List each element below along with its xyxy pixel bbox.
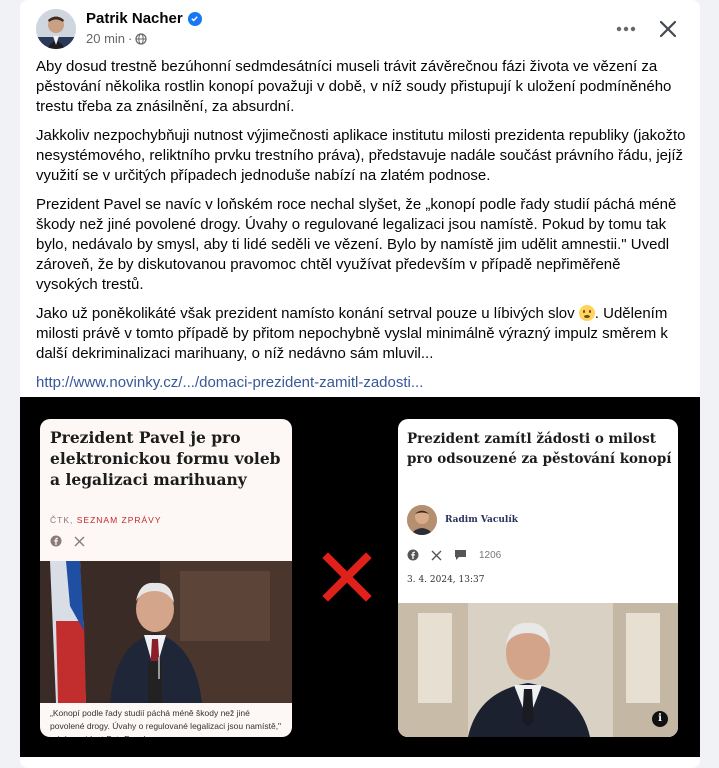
- x-twitter-icon: [74, 536, 85, 546]
- paragraph-4-part-1: Jako už poněkolikáté však prezident namí…: [36, 305, 579, 322]
- article-card-left: Prezident Pavel je pro elektronickou for…: [40, 419, 292, 737]
- verified-badge-icon: [187, 11, 202, 26]
- post-card: Patrik Nacher 20 min · Aby dosud trestně…: [20, 0, 700, 768]
- left-source-outlet: SEZNAM ZPRÁVY: [76, 515, 162, 525]
- post-time[interactable]: 20 min: [86, 31, 125, 46]
- post-paragraph-4: Jako už poněkolikáté však prezident namí…: [36, 304, 686, 364]
- president-portrait-photo: i: [398, 603, 678, 737]
- post-image[interactable]: Prezident Pavel je pro elektronickou for…: [20, 397, 700, 757]
- journalist-avatar: [407, 505, 437, 535]
- post-paragraph-3: Prezident Pavel se navíc v loňském roce …: [36, 196, 677, 293]
- globe-icon: [135, 32, 147, 45]
- red-cross-icon: [322, 552, 372, 602]
- left-share-icons: [50, 535, 85, 547]
- info-icon[interactable]: i: [652, 711, 668, 727]
- left-article-caption: „Konopí podle řady studií páchá méně ško…: [50, 708, 282, 737]
- right-article-author: Radim Vaculík: [407, 505, 518, 535]
- more-options-icon[interactable]: [612, 15, 640, 43]
- facebook-icon: [407, 549, 419, 561]
- right-article-title: Prezident zamítl žádosti o milost pro od…: [407, 431, 672, 467]
- x-twitter-icon: [431, 550, 442, 560]
- article-card-right: Prezident zamítl žádosti o milost pro od…: [398, 419, 678, 737]
- post-text: Aby dosud trestně bezúhonní sedmdesátníc…: [36, 57, 686, 402]
- post-meta: 20 min ·: [86, 31, 147, 46]
- close-icon[interactable]: [652, 13, 684, 45]
- comment-count: 1206: [479, 549, 502, 561]
- post-header: Patrik Nacher 20 min ·: [36, 9, 684, 51]
- comment-icon: [455, 550, 466, 560]
- author-name[interactable]: Patrik Nacher: [86, 10, 202, 27]
- president-speech-photo: [40, 561, 292, 703]
- meta-separator: ·: [128, 31, 133, 46]
- right-share-icons: 1206: [407, 549, 501, 561]
- post-paragraph-2: Jakkoliv nezpochybňuji nutnost výjimečno…: [36, 127, 686, 184]
- article-link[interactable]: http://www.novinky.cz/.../domaci-prezide…: [36, 373, 686, 393]
- left-source-agency: ČTK,: [50, 515, 77, 525]
- sad-face-emoji-icon: [578, 305, 595, 321]
- left-article-source: ČTK, SEZNAM ZPRÁVY: [50, 515, 162, 525]
- journalist-name: Radim Vaculík: [445, 515, 518, 525]
- post-paragraph-1: Aby dosud trestně bezúhonní sedmdesátníc…: [36, 58, 672, 115]
- left-article-title: Prezident Pavel je pro elektronickou for…: [50, 428, 281, 489]
- author-name-text[interactable]: Patrik Nacher: [86, 10, 183, 27]
- right-article-date: 3. 4. 2024, 13:37: [407, 575, 485, 585]
- facebook-icon: [50, 535, 62, 547]
- author-avatar[interactable]: [36, 9, 76, 49]
